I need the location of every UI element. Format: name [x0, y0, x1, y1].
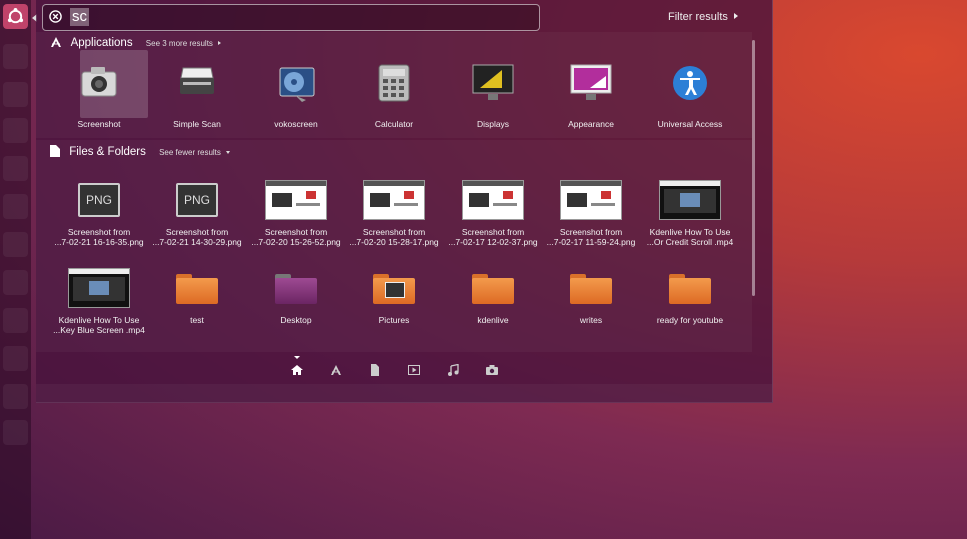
filter-results-button[interactable]: Filter results: [668, 11, 738, 23]
file-result-name: Screenshot from: [264, 227, 328, 237]
file-result-name: test: [190, 315, 204, 325]
video-thumbnail-icon: [68, 268, 130, 308]
files-title: Files & Folders: [69, 146, 146, 158]
launcher-software-icon[interactable]: [3, 194, 28, 219]
app-result-label: Simple Scan: [173, 119, 221, 129]
app-result-label: Displays: [476, 119, 510, 129]
file-result-detail: ...7-02-20 15-28-17.png: [349, 237, 439, 247]
launcher-amazon-icon[interactable]: [3, 232, 28, 257]
png-file-icon: PNG: [78, 183, 120, 217]
folder-icon: [472, 272, 514, 304]
screenshot-thumbnail-icon: [265, 180, 327, 220]
calculator-icon: [345, 64, 443, 104]
file-result-name: Kdenlive How To Use: [649, 227, 731, 237]
camera-icon: [50, 64, 148, 104]
search-input[interactable]: sc: [70, 8, 89, 26]
launcher-impress-icon[interactable]: [3, 156, 28, 181]
filter-results-label: Filter results: [668, 11, 728, 23]
results-scrollbar[interactable]: [752, 40, 755, 296]
app-result-label: Screenshot: [77, 119, 121, 129]
desktop-folder-icon: [275, 272, 317, 304]
chevron-down-icon: [225, 151, 230, 154]
file-result-name: Screenshot from: [362, 227, 426, 237]
folder-icon: [669, 272, 711, 304]
launcher-settings-icon[interactable]: [3, 270, 28, 295]
ubuntu-logo-icon: [7, 7, 24, 24]
home-lens-icon[interactable]: [291, 364, 303, 376]
film-reel-icon: [247, 64, 345, 104]
app-result-label: Appearance: [568, 119, 614, 129]
file-result-name: Desktop: [280, 315, 312, 325]
launcher-calc-icon[interactable]: [3, 118, 28, 143]
file-result-detail: ...7-02-21 14-30-29.png: [152, 237, 242, 247]
see-fewer-results-label: See fewer results: [159, 148, 221, 157]
file-result-name: ready for youtube: [656, 315, 724, 325]
chevron-right-icon: [733, 13, 738, 19]
file-result-name: Pictures: [378, 315, 410, 325]
file-result-detail: ...Or Credit Scroll .mp4: [646, 237, 734, 247]
launcher-terminal-icon[interactable]: [3, 384, 28, 409]
launcher-writer-icon[interactable]: [3, 82, 28, 107]
see-fewer-results-link[interactable]: See fewer results: [159, 148, 230, 157]
launcher: [0, 0, 37, 539]
music-lens-icon[interactable]: [447, 364, 459, 376]
scanner-icon: [148, 64, 246, 104]
dash-footer: [36, 384, 772, 402]
applications-category-icon: [51, 37, 61, 47]
file-result-detail: ...7-02-17 11-59-24.png: [546, 237, 636, 247]
file-result-detail: ...7-02-17 12-02-37.png: [448, 237, 538, 247]
file-result-name: Screenshot from: [559, 227, 623, 237]
files-lens-icon[interactable]: [369, 364, 381, 376]
dash-overlay: sc Filter results Applications See 3 mor…: [36, 0, 773, 403]
chevron-right-icon: [217, 41, 221, 45]
launcher-chrome-icon[interactable]: [3, 346, 28, 371]
accessibility-icon: [641, 64, 739, 104]
file-result-name: Screenshot from: [461, 227, 525, 237]
active-lens-indicator: [294, 356, 300, 359]
clear-search-icon[interactable]: [49, 10, 62, 23]
pictures-folder-icon: [373, 272, 415, 304]
file-result-name: kdenlive: [477, 315, 509, 325]
file-result-detail: ...Key Blue Screen .mp4: [53, 325, 145, 335]
files-category-icon: [50, 145, 60, 157]
video-lens-icon[interactable]: [408, 364, 420, 376]
see-more-results-link[interactable]: See 3 more results: [146, 39, 221, 48]
png-file-icon: PNG: [176, 183, 218, 217]
files-header: Files & Folders See fewer results: [50, 145, 230, 158]
app-result-label: Universal Access: [657, 119, 723, 129]
display-icon: [444, 64, 542, 104]
applications-header: Applications See 3 more results: [50, 36, 221, 49]
file-result-detail: ...7-02-21 16-16-35.png: [54, 237, 144, 247]
launcher-firefox-icon[interactable]: [3, 308, 28, 333]
see-more-results-label: See 3 more results: [145, 39, 213, 48]
applications-title: Applications: [70, 37, 133, 49]
search-bar[interactable]: sc: [42, 4, 540, 31]
screenshot-thumbnail-icon: [560, 180, 622, 220]
photo-lens-icon[interactable]: [486, 364, 498, 376]
video-thumbnail-icon: [659, 180, 721, 220]
folder-icon: [176, 272, 218, 304]
applications-lens-icon[interactable]: [330, 364, 342, 376]
lens-bar: [36, 355, 752, 385]
screenshot-thumbnail-icon: [363, 180, 425, 220]
app-result-label: vokoscreen: [274, 119, 318, 129]
folder-icon: [570, 272, 612, 304]
file-result-name: Screenshot from: [165, 227, 229, 237]
file-result-detail: ...7-02-20 15-26-52.png: [251, 237, 341, 247]
file-result-name: Kdenlive How To Use: [58, 315, 140, 325]
screenshot-thumbnail-icon: [462, 180, 524, 220]
launcher-files-icon[interactable]: [3, 44, 28, 69]
file-result-name: Screenshot from: [67, 227, 131, 237]
launcher-trash-icon[interactable]: [3, 420, 28, 445]
appearance-icon: [542, 64, 640, 104]
app-result-label: Calculator: [374, 119, 414, 129]
file-result-name: writes: [579, 315, 603, 325]
dash-home-button[interactable]: [3, 4, 28, 29]
